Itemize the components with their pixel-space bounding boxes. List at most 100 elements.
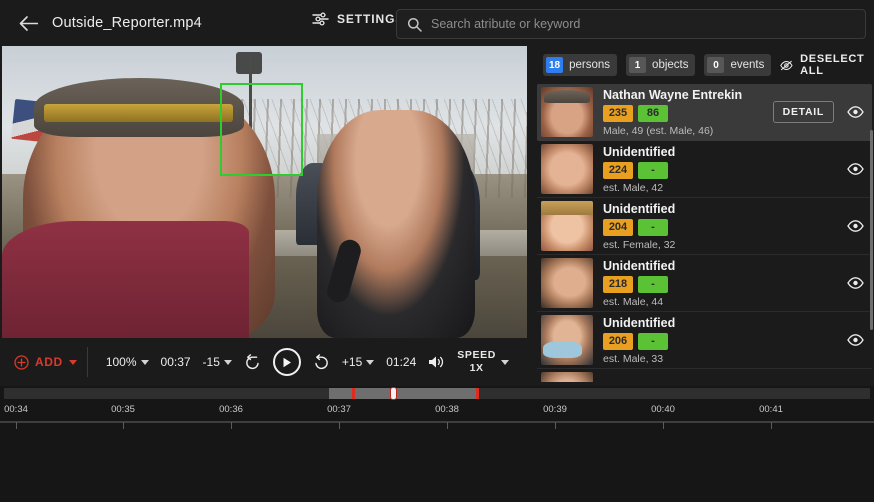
eye-off-icon xyxy=(780,60,793,70)
skip-back-value: -15 xyxy=(202,355,220,369)
filter-chip-persons[interactable]: 18 persons xyxy=(543,54,618,76)
toggle-visibility-button[interactable] xyxy=(844,220,866,232)
badge-score: - xyxy=(638,332,668,350)
toggle-visibility-button[interactable] xyxy=(844,277,866,289)
skip-back-dropdown[interactable]: -15 xyxy=(203,355,232,369)
scene-headband xyxy=(44,104,233,122)
settings-label: SETTINGS xyxy=(337,12,405,26)
list-item[interactable]: Nathan Wayne Entrekin 235 86 Male, 49 (e… xyxy=(537,84,872,141)
forward-icon xyxy=(315,353,328,369)
overview-handle[interactable] xyxy=(390,387,397,400)
filter-row: 18 persons 1 objects 0 events DESELECT A… xyxy=(531,46,874,84)
deselect-all-button[interactable]: DESELECT ALL xyxy=(780,53,868,77)
search-bar[interactable] xyxy=(396,9,866,39)
filter-chip-objects[interactable]: 1 objects xyxy=(626,54,696,76)
chevron-down-icon xyxy=(366,359,375,365)
volume-button[interactable] xyxy=(428,355,445,369)
badge-id: 206 xyxy=(603,332,633,350)
search-icon xyxy=(407,17,422,32)
total-time: 01:24 xyxy=(386,355,417,369)
current-time: 00:37 xyxy=(160,355,191,369)
tick-line xyxy=(771,422,772,429)
persons-label: persons xyxy=(569,59,611,71)
list-item[interactable]: Unidentified 224 - est. Male, 42 xyxy=(537,141,872,198)
skip-forward-value: +15 xyxy=(341,355,363,369)
add-label: ADD xyxy=(35,355,63,369)
badge-group: 204 - xyxy=(603,218,834,236)
badge-group: 218 - xyxy=(603,275,834,293)
speed-dropdown[interactable]: SPEED 1X xyxy=(457,349,509,375)
video-frame xyxy=(2,46,527,338)
video-player[interactable] xyxy=(2,46,527,338)
person-info: Unidentified 224 - est. Male, 42 xyxy=(603,145,834,194)
tick-line xyxy=(447,422,448,429)
person-name: Unidentified xyxy=(603,201,676,216)
toggle-visibility-button[interactable] xyxy=(844,334,866,346)
list-item[interactable]: Unidentified 206 - est. Male, 33 xyxy=(537,312,872,369)
add-button[interactable]: ADD xyxy=(2,354,87,370)
tick-label: 00:34 xyxy=(4,404,28,415)
skip-forward-dropdown[interactable]: +15 xyxy=(341,355,375,369)
search-input[interactable] xyxy=(431,17,855,31)
avatar xyxy=(541,201,593,251)
rewind-button[interactable] xyxy=(244,353,261,371)
play-icon xyxy=(283,357,291,367)
avatar xyxy=(541,315,593,365)
tick-line xyxy=(231,422,232,429)
objects-count: 1 xyxy=(629,57,647,73)
tick-line xyxy=(663,422,664,429)
badge-score: 86 xyxy=(638,104,668,122)
speed-label: SPEED xyxy=(457,349,496,361)
tick-label: 00:37 xyxy=(327,404,351,415)
timeline-overview-scrollbar[interactable] xyxy=(4,387,870,400)
person-meta: est. Female, 32 xyxy=(603,238,676,251)
tick-label: 00:39 xyxy=(543,404,567,415)
list-item[interactable]: Unidentified 204 - est. Female, 32 xyxy=(537,198,872,255)
ruler-baseline xyxy=(0,421,874,423)
timeline-ruler[interactable]: 00:34 00:35 00:36 00:37 00:38 00:39 00:4… xyxy=(0,404,874,432)
chevron-down-icon xyxy=(223,359,232,365)
detail-button[interactable]: DETAIL xyxy=(772,101,834,123)
toggle-visibility-button[interactable] xyxy=(844,163,866,175)
speed-text: SPEED 1X xyxy=(457,349,496,375)
arrow-left-icon xyxy=(19,15,38,31)
badge-group: 206 - xyxy=(603,332,834,350)
list-item[interactable]: Unidentified xyxy=(537,369,872,382)
toggle-visibility-button[interactable] xyxy=(844,106,866,118)
volume-icon xyxy=(429,356,444,368)
filter-chip-events[interactable]: 0 events xyxy=(704,54,772,76)
detections-panel: 18 persons 1 objects 0 events DESELECT A… xyxy=(531,46,874,384)
tick-label: 00:40 xyxy=(651,404,675,415)
back-button[interactable] xyxy=(8,3,48,43)
scene-flagpole xyxy=(248,54,252,131)
person-info: Unidentified 218 - est. Male, 44 xyxy=(603,259,834,308)
scene-person-right xyxy=(317,110,475,338)
app-header: Outside_Reporter.mp4 SETTINGS xyxy=(0,0,874,46)
person-meta: est. Male, 44 xyxy=(603,295,664,308)
list-item[interactable]: Unidentified 218 - est. Male, 44 xyxy=(537,255,872,312)
avatar xyxy=(541,258,593,308)
badge-id: 218 xyxy=(603,275,633,293)
tick-line xyxy=(16,422,17,429)
timeline[interactable]: 00:34 00:35 00:36 00:37 00:38 00:39 00:4… xyxy=(0,386,874,502)
avatar xyxy=(541,87,593,137)
tick-line xyxy=(123,422,124,429)
person-name: Unidentified xyxy=(603,144,676,159)
forward-button[interactable] xyxy=(313,353,330,371)
play-button[interactable] xyxy=(272,348,301,376)
video-analysis-app: Outside_Reporter.mp4 SETTINGS Search atr… xyxy=(0,0,874,502)
zoom-level-dropdown[interactable]: 100% xyxy=(106,355,149,369)
overview-range-start xyxy=(352,388,355,399)
tick-line xyxy=(339,422,340,429)
avatar xyxy=(541,372,593,382)
badge-id: 204 xyxy=(603,218,633,236)
badge-score: - xyxy=(638,218,668,236)
list-scrollbar[interactable] xyxy=(870,130,873,330)
tick-line xyxy=(555,422,556,429)
rewind-icon xyxy=(246,353,259,369)
eye-icon xyxy=(846,277,864,289)
settings-button[interactable]: SETTINGS xyxy=(312,12,404,26)
person-list[interactable]: Nathan Wayne Entrekin 235 86 Male, 49 (e… xyxy=(531,84,874,382)
avatar xyxy=(541,144,593,194)
badge-score: - xyxy=(638,275,668,293)
